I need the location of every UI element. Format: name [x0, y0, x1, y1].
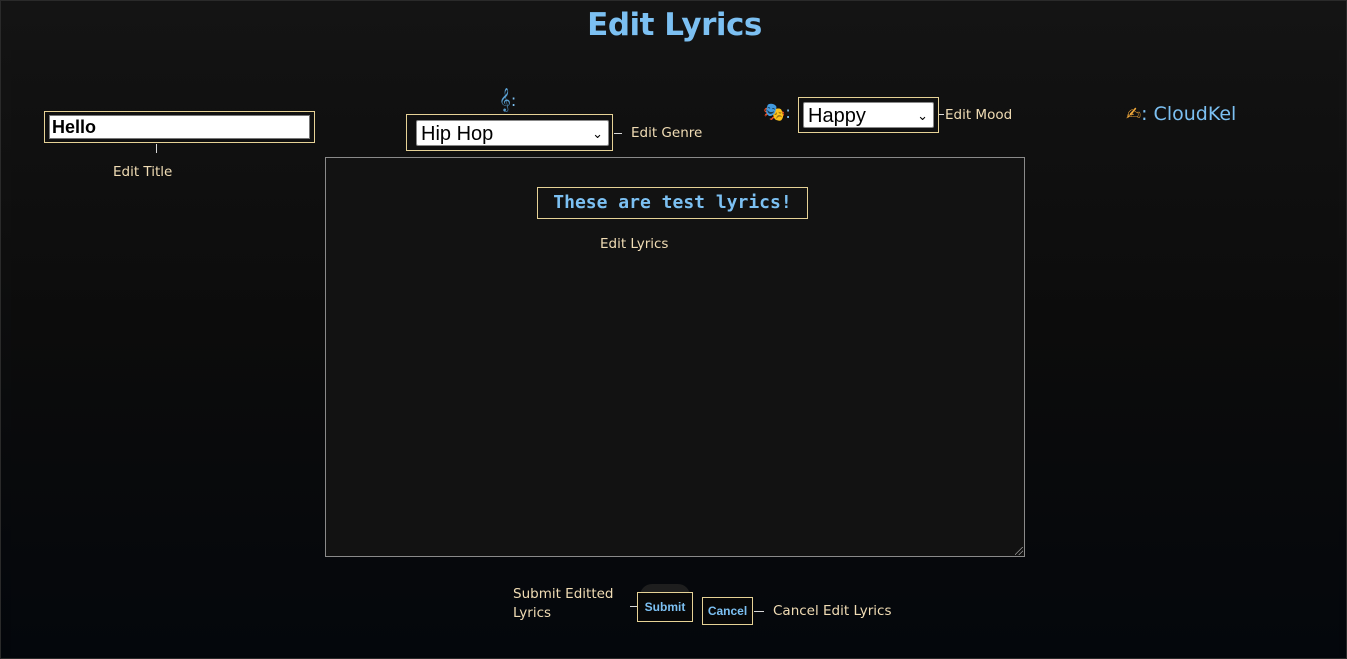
submit-caption-line1: Submit Editted: [513, 586, 614, 602]
genre-connector: [614, 133, 622, 134]
cancel-caption: Cancel Edit Lyrics: [773, 603, 892, 619]
chevron-down-icon: ⌄: [917, 108, 928, 123]
mood-select-frame: Happy ⌄: [798, 97, 939, 133]
title-field-frame: [44, 111, 315, 143]
treble-clef-icon: 𝄞: [499, 87, 511, 111]
chevron-down-icon: ⌄: [592, 126, 603, 141]
lyrics-editor[interactable]: These are test lyrics! Edit Lyrics: [325, 157, 1025, 557]
genre-separator: :: [510, 91, 517, 110]
theater-masks-icon: 🎭: [763, 102, 786, 123]
mood-select[interactable]: Happy ⌄: [803, 102, 934, 128]
submit-button[interactable]: Submit: [637, 592, 693, 622]
page-title: Edit Lyrics: [587, 7, 762, 43]
mood-connector: [939, 114, 944, 115]
edit-genre-label: Edit Genre: [631, 125, 703, 141]
genre-select-value: Hip Hop: [421, 123, 494, 145]
submit-caption: Submit Editted Lyrics: [513, 585, 614, 623]
genre-select[interactable]: Hip Hop ⌄: [416, 120, 609, 146]
cancel-button[interactable]: Cancel: [702, 597, 753, 625]
genre-select-frame: Hip Hop ⌄: [406, 114, 613, 151]
resize-handle[interactable]: [1015, 547, 1023, 555]
title-input[interactable]: [49, 115, 310, 139]
writing-hand-icon: ✍: [1126, 104, 1142, 125]
mood-icon-row: 🎭:: [763, 102, 791, 123]
edit-title-label: Edit Title: [113, 164, 173, 180]
submit-caption-line2: Lyrics: [513, 605, 552, 621]
genre-icon-row: 𝄞:: [499, 87, 516, 111]
mood-separator: :: [785, 103, 791, 122]
submit-connector: [630, 606, 637, 607]
author-name: CloudKel: [1153, 103, 1237, 125]
edit-lyrics-label: Edit Lyrics: [600, 236, 669, 252]
lyrics-text[interactable]: These are test lyrics!: [537, 187, 808, 219]
mood-select-value: Happy: [808, 105, 866, 127]
edit-mood-label: Edit Mood: [945, 107, 1013, 123]
cancel-connector: [754, 611, 764, 612]
edit-lyrics-page: Edit Lyrics Edit Title 𝄞: Hip Hop ⌄ Edit…: [0, 0, 1347, 659]
author-separator: :: [1141, 103, 1148, 125]
author-row: ✍: CloudKel: [1126, 103, 1236, 125]
title-connector: [156, 144, 157, 153]
